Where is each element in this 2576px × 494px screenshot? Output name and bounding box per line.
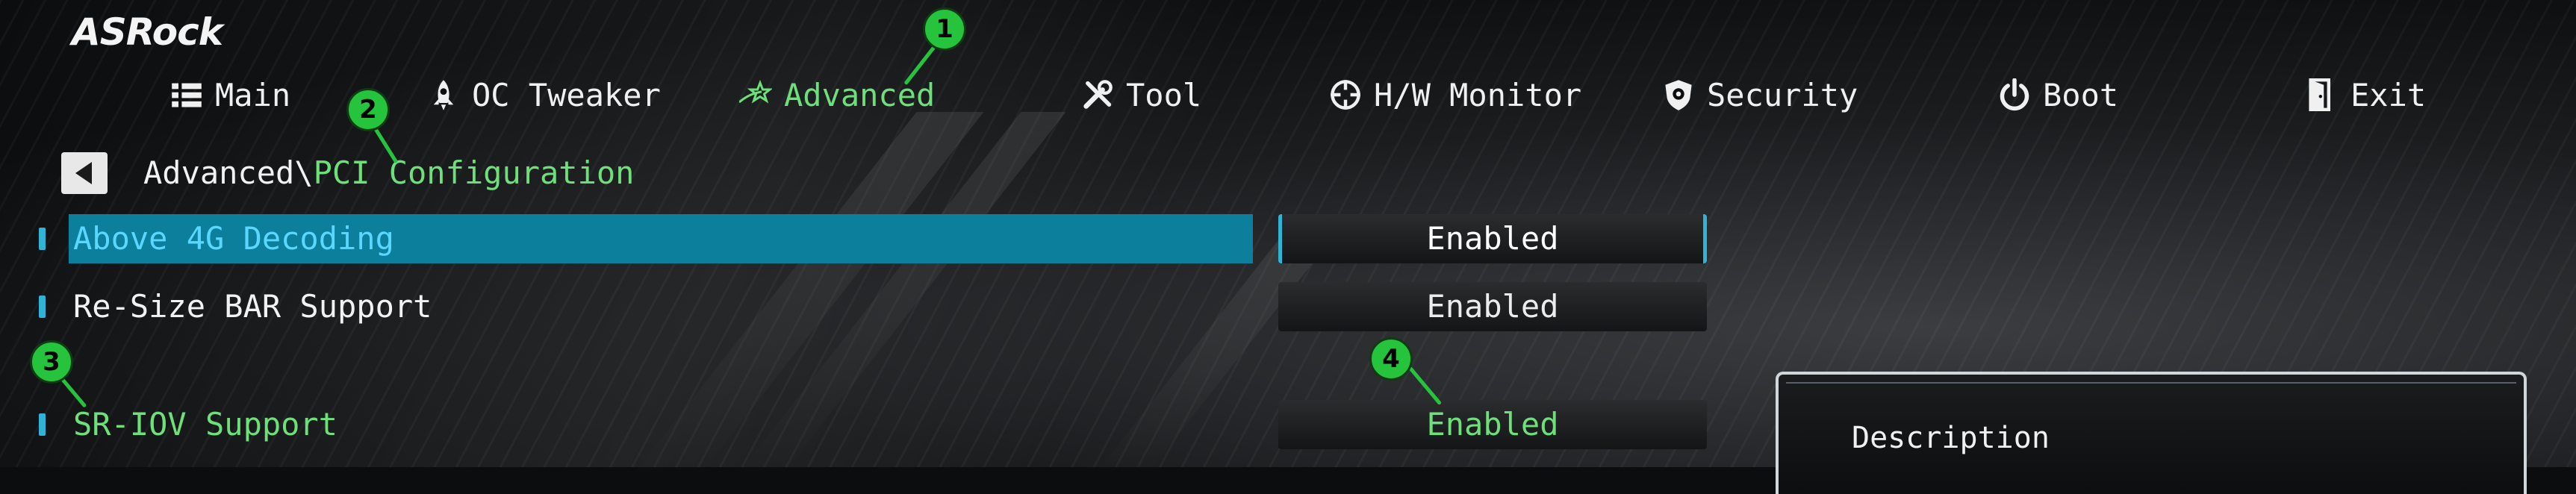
tab-boot[interactable]: Boot <box>1998 69 2118 121</box>
setting-label: Re-Size BAR Support <box>73 288 432 325</box>
list-icon <box>172 83 202 107</box>
tab-exit[interactable]: Exit <box>2306 69 2426 121</box>
annotation-badge-2: 2 <box>346 88 390 131</box>
tab-hw-monitor-label: H/W Monitor <box>1374 76 1582 113</box>
setting-value-above-4g-decoding[interactable]: Enabled <box>1278 214 1707 263</box>
annotation-badge-1: 1 <box>923 7 966 51</box>
tab-exit-label: Exit <box>2351 76 2427 113</box>
star-icon <box>739 79 772 104</box>
breadcrumb-current: PCI Configuration <box>313 154 635 191</box>
description-title: Description <box>1852 421 2050 455</box>
setting-label: SR-IOV Support <box>73 406 338 443</box>
setting-value-resize-bar-support[interactable]: Enabled <box>1278 282 1707 331</box>
description-panel: Description <box>1776 372 2527 494</box>
tab-oc-tweaker-label: OC Tweaker <box>472 76 661 113</box>
setting-value-sr-iov-support[interactable]: Enabled <box>1278 400 1707 449</box>
tab-boot-label: Boot <box>2043 76 2119 113</box>
tab-oc-tweaker[interactable]: OC Tweaker <box>427 69 661 121</box>
annotation-badge-4: 4 <box>1369 337 1413 381</box>
tab-advanced-label: Advanced <box>784 76 936 113</box>
tab-advanced[interactable]: Advanced <box>739 69 935 121</box>
shield-icon <box>1665 80 1692 110</box>
tab-security-label: Security <box>1707 76 1858 113</box>
tab-hw-monitor[interactable]: H/W Monitor <box>1329 69 1581 121</box>
tab-security[interactable]: Security <box>1662 69 1858 121</box>
tab-main-label: Main <box>215 76 291 113</box>
breadcrumb: Advanced\PCI Configuration <box>143 152 634 194</box>
power-icon <box>2000 78 2029 111</box>
setting-label: Above 4G Decoding <box>73 220 394 257</box>
tab-main[interactable]: Main <box>170 69 290 121</box>
tools-icon <box>1083 80 1113 109</box>
tab-tool-label: Tool <box>1126 76 1202 113</box>
row-marker <box>39 296 46 318</box>
back-button[interactable] <box>61 152 108 194</box>
back-arrow-icon <box>75 162 92 184</box>
asrock-logo: ASRock <box>72 10 223 54</box>
breadcrumb-parent: Advanced\ <box>143 154 314 191</box>
row-marker <box>39 413 46 436</box>
crosshair-icon <box>1331 80 1360 110</box>
exit-door-icon <box>2309 78 2330 111</box>
row-marker <box>39 228 46 250</box>
rocket-icon <box>433 80 454 110</box>
annotation-badge-3: 3 <box>30 340 73 384</box>
tab-tool[interactable]: Tool <box>1081 69 1201 121</box>
